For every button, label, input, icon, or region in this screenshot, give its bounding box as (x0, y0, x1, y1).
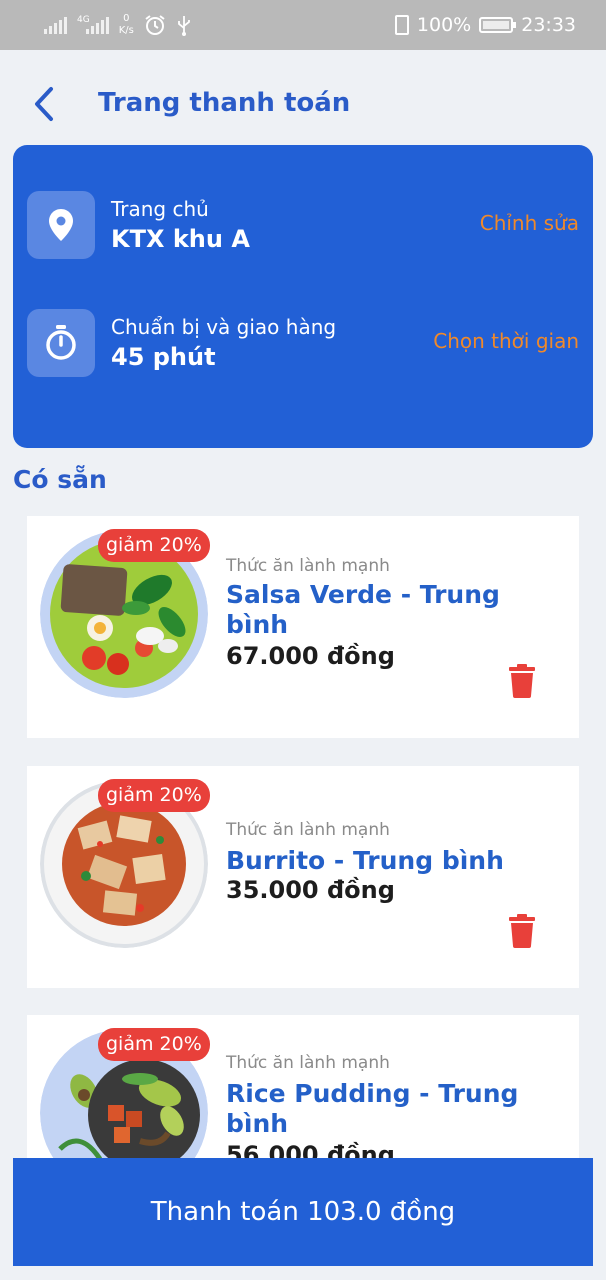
back-button[interactable] (24, 84, 64, 124)
address-row: Trang chủ KTX khu A Chỉnh sửa (27, 191, 579, 259)
status-bar: 4G 0 K/s 100% 23:33 (0, 0, 606, 50)
network-type-label: 4G (77, 15, 90, 25)
stopwatch-icon-box (27, 309, 95, 377)
back-arrow-icon (35, 87, 53, 121)
alarm-icon (145, 15, 165, 35)
item-name: Salsa Verde - Trung bình (226, 580, 500, 639)
trash-icon[interactable] (509, 914, 535, 948)
cart-item[interactable]: giảm 20% Thức ăn lành mạnh Salsa Verde -… (27, 516, 579, 738)
discount-badge: giảm 20% (98, 779, 210, 812)
signal-4g-icon: 4G (77, 16, 109, 34)
network-speed-unit: K/s (118, 25, 134, 36)
trash-icon[interactable] (509, 664, 535, 698)
address-label: Trang chủ (111, 197, 209, 221)
signal-icon (44, 16, 67, 34)
page-header: Trang thanh toán (0, 50, 606, 145)
item-category: Thức ăn lành mạnh (226, 820, 390, 840)
network-speed: 0 K/s (119, 13, 134, 37)
item-category: Thức ăn lành mạnh (226, 1053, 390, 1073)
page-title: Trang thanh toán (98, 88, 351, 118)
item-price: 67.000 đồng (226, 642, 395, 670)
item-name: Rice Pudding - Trung bình (226, 1079, 519, 1138)
discount-badge: giảm 20% (98, 529, 210, 562)
item-category: Thức ăn lành mạnh (226, 556, 390, 576)
stopwatch-icon (46, 325, 76, 360)
location-icon-box (27, 191, 95, 259)
item-price: 35.000 đồng (226, 876, 395, 904)
delivery-time-row: Chuẩn bị và giao hàng 45 phút Chọn thời … (27, 309, 579, 377)
delivery-time-value: 45 phút (111, 343, 216, 371)
discount-badge: giảm 20% (98, 1028, 210, 1061)
vibrate-icon (394, 15, 409, 35)
status-time: 23:33 (521, 14, 576, 36)
cart-item[interactable]: giảm 20% Thức ăn lành mạnh Burrito - Tru… (27, 766, 579, 988)
section-title: Có sẵn (13, 465, 107, 494)
delivery-info-card: Trang chủ KTX khu A Chỉnh sửa Chuẩn bị v… (13, 145, 593, 448)
choose-time-link[interactable]: Chọn thời gian (433, 329, 579, 353)
status-right-group: 100% 23:33 (394, 12, 576, 38)
battery-icon (479, 17, 517, 33)
location-pin-icon (49, 209, 73, 241)
checkout-button[interactable]: Thanh toán 103.0 đồng (13, 1158, 593, 1266)
address-value: KTX khu A (111, 225, 250, 253)
item-name: Burrito - Trung bình (226, 846, 504, 875)
network-speed-value: 0 (123, 13, 130, 24)
status-left-group: 4G 0 K/s (44, 10, 192, 40)
edit-address-link[interactable]: Chỉnh sửa (480, 211, 579, 235)
battery-percent: 100% (416, 14, 472, 36)
delivery-time-label: Chuẩn bị và giao hàng (111, 315, 337, 339)
usb-icon (177, 16, 190, 36)
